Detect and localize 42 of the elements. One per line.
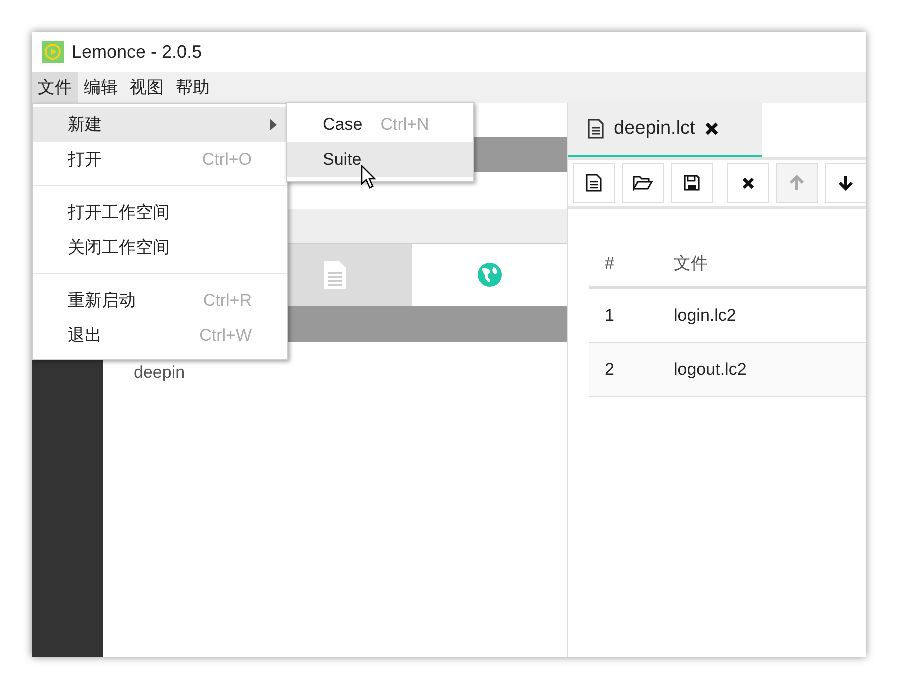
close-icon[interactable] (705, 122, 720, 136)
table-cell-text: login.lc2 (674, 304, 736, 327)
toolbar-button[interactable] (727, 163, 769, 203)
tab-label: deepin.lct (614, 116, 696, 141)
menu-item[interactable]: 退出 Ctrl+W (33, 318, 287, 353)
toolbar-button[interactable] (573, 163, 615, 203)
save-icon (684, 175, 700, 191)
app-logo-icon (42, 41, 64, 63)
tree-item[interactable]: deepin (134, 360, 567, 386)
document-icon (588, 119, 604, 139)
shortcut-label: Ctrl+N (380, 114, 430, 136)
shortcut-label: Ctrl+O (202, 148, 252, 171)
menu-item[interactable]: 新建 (33, 107, 287, 142)
toolbar-button[interactable] (622, 163, 664, 203)
new-file-icon (586, 174, 602, 192)
editor-tab[interactable]: deepin.lct (568, 103, 762, 157)
menu-item[interactable]: 重新启动 Ctrl+R (33, 283, 287, 318)
menu-item[interactable]: 帮助 (170, 72, 216, 103)
menu-item[interactable]: Suite (287, 142, 473, 177)
menu-item[interactable]: 视图 (124, 72, 170, 103)
table-cell-text: 1 (604, 304, 616, 327)
up-arrow-icon (789, 175, 805, 191)
menu-item[interactable]: 关闭工作空间 (33, 230, 287, 265)
menu-item[interactable]: Case Ctrl+N (287, 107, 473, 142)
window-title: Lemonce - 2.0.5 (72, 40, 202, 64)
menu-item[interactable]: 编辑 (78, 72, 124, 103)
column-header: 文件 (674, 252, 708, 275)
column-header: # (604, 252, 616, 275)
globe-icon (476, 262, 502, 288)
menu-item[interactable]: 文件 (32, 72, 78, 103)
document-icon (322, 260, 346, 290)
toolbar-button[interactable] (671, 163, 713, 203)
shortcut-label: Ctrl+W (200, 324, 252, 347)
table-cell-text: logout.lc2 (674, 358, 747, 381)
menu-item[interactable]: 打开工作空间 (33, 195, 287, 230)
table-cell-text: 2 (604, 358, 616, 381)
shortcut-label: Ctrl+R (203, 290, 252, 312)
close-icon (742, 176, 754, 190)
menu-item[interactable]: 打开 Ctrl+O (33, 142, 287, 177)
folder-icon (633, 175, 653, 191)
toolbar-button[interactable] (825, 163, 866, 203)
down-arrow-icon (838, 175, 854, 191)
